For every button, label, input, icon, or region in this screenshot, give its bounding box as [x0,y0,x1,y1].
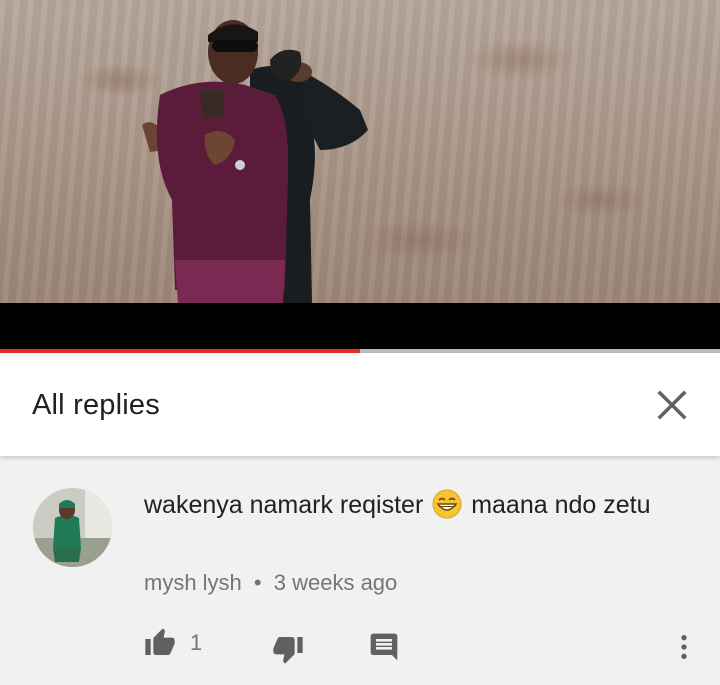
comment-meta: mysh lysh • 3 weeks ago [144,570,397,596]
close-icon [657,390,687,420]
video-frame-image [142,20,368,303]
page-title: All replies [32,389,160,421]
comment-text-part1: wakenya namark reqister [144,491,424,519]
comment-timestamp: 3 weeks ago [273,570,398,595]
grinning-face-emoji-icon [432,489,462,519]
comment-actions: 1 [0,623,720,673]
thumb-down-icon [273,637,303,664]
comment-text: wakenya namark reqister maana ndo zetu [144,488,684,523]
video-player[interactable] [0,0,720,303]
more-vert-icon [681,635,687,659]
like-count: 1 [190,630,203,655]
thumb-up-icon [145,628,175,655]
meta-separator: • [253,570,262,595]
reply-button[interactable] [368,627,400,667]
close-button[interactable] [650,383,694,427]
avatar[interactable] [33,488,112,567]
replies-header: All replies [0,353,720,456]
like-button[interactable]: 1 [144,623,202,663]
comment-text-part2: maana ndo zetu [471,491,651,519]
dislike-button[interactable] [272,629,304,669]
more-options-button[interactable] [668,627,700,667]
comment-item: wakenya namark reqister maana ndo zetu m… [0,458,720,685]
reply-icon [370,633,398,661]
video-letterbox [0,303,720,349]
comment-author[interactable]: mysh lysh [144,570,242,595]
